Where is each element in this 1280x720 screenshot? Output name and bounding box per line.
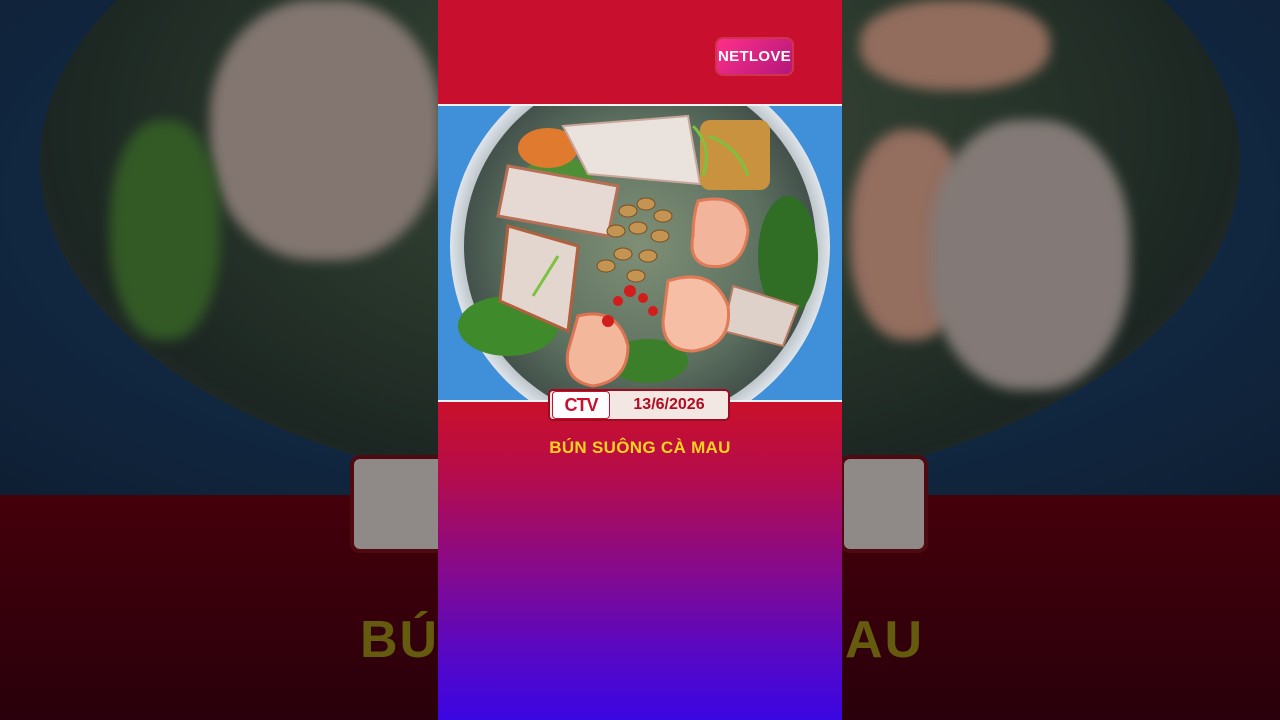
ctv-logo: CTV	[552, 391, 610, 419]
ctv-logo-text: CTV	[564, 394, 599, 415]
food-photo	[438, 104, 842, 402]
video-frame[interactable]: NETLOVE CTV 13/6/2026 BÚN SUÔNG CÀ MAU	[438, 0, 842, 720]
station-date-badge: CTV 13/6/2026	[548, 389, 730, 421]
netlove-logo: NETLOVE	[717, 39, 792, 74]
video-title: BÚN SUÔNG CÀ MAU	[549, 438, 731, 457]
broadcast-date: 13/6/2026	[633, 396, 705, 413]
noodle-bowl-illustration	[438, 106, 842, 400]
